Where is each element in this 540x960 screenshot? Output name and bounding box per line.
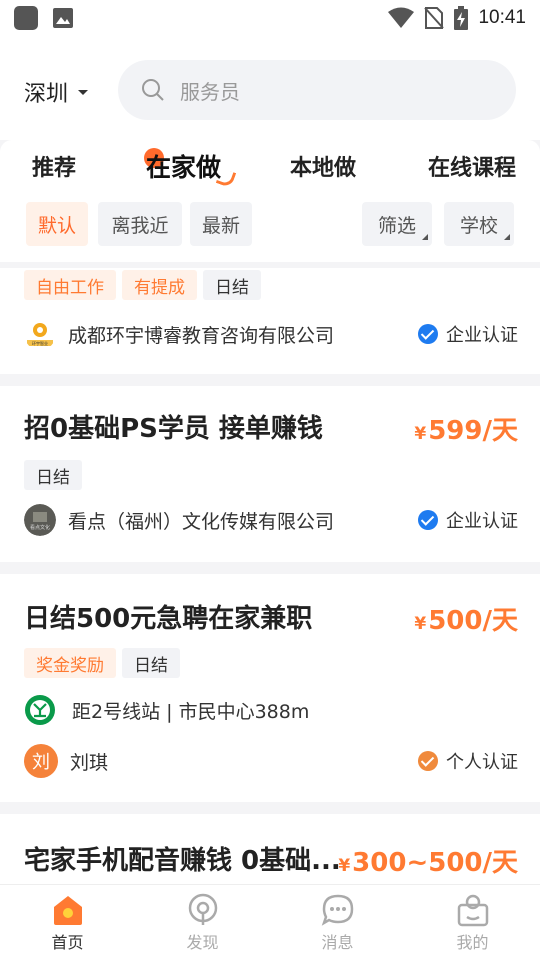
verification-label: 企业认证: [446, 511, 518, 532]
app-notification-icon: [14, 6, 38, 30]
tab-at-home[interactable]: 在家做: [146, 148, 221, 184]
verification-label: 企业认证: [446, 325, 518, 346]
check-circle-icon: [418, 510, 438, 530]
search-icon: [142, 79, 164, 101]
image-notification-icon: [53, 8, 73, 28]
tag-list: 奖金奖励 日结: [24, 648, 186, 678]
filter-nearby[interactable]: 离我近: [98, 202, 182, 246]
search-placeholder: 服务员: [180, 79, 240, 104]
nav-label: 我的: [456, 933, 489, 952]
check-circle-icon: [418, 751, 438, 771]
nav-home[interactable]: 首页: [0, 885, 135, 960]
tag: 奖金奖励: [24, 648, 116, 678]
filter-screen-label: 筛选: [377, 214, 416, 237]
tag: 有提成: [122, 270, 197, 300]
tab-recommend[interactable]: 推荐: [32, 150, 76, 182]
nav-profile[interactable]: 我的: [405, 885, 540, 960]
company-row: 环宇智业 成都环宇博睿教育咨询有限公司 企业认证: [24, 318, 518, 350]
battery-charging-icon: [454, 6, 469, 30]
filter-newest[interactable]: 最新: [190, 202, 252, 246]
tab-active-indicator: [215, 167, 237, 189]
header: 深圳 服务员: [0, 36, 540, 140]
nav-messages[interactable]: 消息: [270, 885, 405, 960]
company-name: 成都环宇博睿教育咨询有限公司: [68, 324, 335, 347]
location-text: 距2号线站 | 市民中心388m: [72, 700, 310, 723]
verification-badge: 个人认证: [418, 748, 518, 774]
dropdown-arrow-icon: [78, 89, 89, 95]
verification-badge: 企业认证: [418, 321, 518, 347]
verification-badge: 企业认证: [418, 507, 518, 533]
poster-name: 刘琪: [70, 751, 109, 774]
job-card[interactable]: 宅家手机配音赚钱 0基础... ¥300~500/天: [0, 814, 540, 894]
tab-online-courses[interactable]: 在线课程: [428, 150, 516, 182]
tag: 日结: [203, 270, 261, 300]
status-bar: 10:41: [0, 0, 540, 36]
filter-screen-dropdown[interactable]: 筛选: [362, 202, 432, 246]
filter-school-label: 学校: [459, 214, 498, 237]
wifi-icon: [388, 7, 415, 28]
job-title: 日结500元急聘在家兼职: [24, 604, 313, 634]
filter-school-dropdown[interactable]: 学校: [444, 202, 514, 246]
filter-default[interactable]: 默认: [26, 202, 88, 246]
tabs-panel: 推荐 在家做 本地做 在线课程 默认 离我近 最新 筛选 学校: [0, 140, 540, 262]
city-selector[interactable]: 深圳: [24, 76, 89, 108]
company-row: 看点文化 看点（福州）文化传媒有限公司 企业认证: [24, 504, 518, 536]
job-salary: ¥300~500/天: [338, 848, 518, 878]
home-icon: [53, 896, 82, 925]
message-icon: [321, 894, 353, 926]
nav-label: 发现: [186, 933, 219, 952]
job-card[interactable]: 日结500元急聘在家兼职 ¥500/天 奖金奖励 日结 距2号线站 | 市民中心…: [0, 574, 540, 802]
tag-list: 自由工作 有提成 日结: [24, 270, 267, 300]
verification-label: 个人认证: [446, 752, 518, 773]
job-title: 宅家手机配音赚钱 0基础...: [24, 846, 341, 876]
search-input[interactable]: 服务员: [118, 60, 516, 120]
company-logo: 环宇智业: [27, 323, 53, 346]
corner-triangle-icon: [504, 234, 510, 240]
corner-triangle-icon: [422, 234, 428, 240]
poster-row: 刘 刘琪 个人认证: [24, 744, 518, 778]
svg-text:环宇智业: 环宇智业: [32, 340, 48, 346]
tag: 日结: [122, 648, 180, 678]
job-card[interactable]: 招0基础PS学员 接单赚钱 ¥599/天 日结 看点文化 看点（福州）文化传媒有…: [0, 386, 540, 562]
metro-icon: [25, 695, 55, 725]
company-logo: 看点文化: [24, 504, 56, 536]
no-sim-icon: [424, 7, 445, 29]
tab-local[interactable]: 本地做: [290, 150, 356, 182]
clock: 10:41: [478, 7, 526, 28]
job-card[interactable]: 自由工作 有提成 日结 环宇智业 成都环宇博睿教育咨询有限公司 企业认证: [0, 268, 540, 374]
tag: 日结: [24, 460, 82, 490]
tag-list: 日结: [24, 460, 88, 490]
check-circle-icon: [418, 324, 438, 344]
job-salary: ¥500/天: [414, 606, 518, 636]
location-row: 距2号线站 | 市民中心388m: [24, 694, 518, 726]
tag: 自由工作: [24, 270, 116, 300]
job-title: 招0基础PS学员 接单赚钱: [24, 414, 323, 444]
nav-label: 消息: [321, 933, 354, 952]
svg-text:看点文化: 看点文化: [30, 524, 50, 531]
nav-discover[interactable]: 发现: [135, 885, 270, 960]
discover-icon: [188, 893, 217, 925]
nav-label: 首页: [51, 933, 84, 952]
company-name: 看点（福州）文化传媒有限公司: [68, 510, 335, 533]
bottom-nav: 首页 发现 消息 我的: [0, 884, 540, 960]
city-label: 深圳: [24, 82, 69, 107]
profile-icon: [457, 894, 488, 927]
avatar: 刘: [24, 744, 58, 778]
job-salary: ¥599/天: [414, 416, 518, 446]
